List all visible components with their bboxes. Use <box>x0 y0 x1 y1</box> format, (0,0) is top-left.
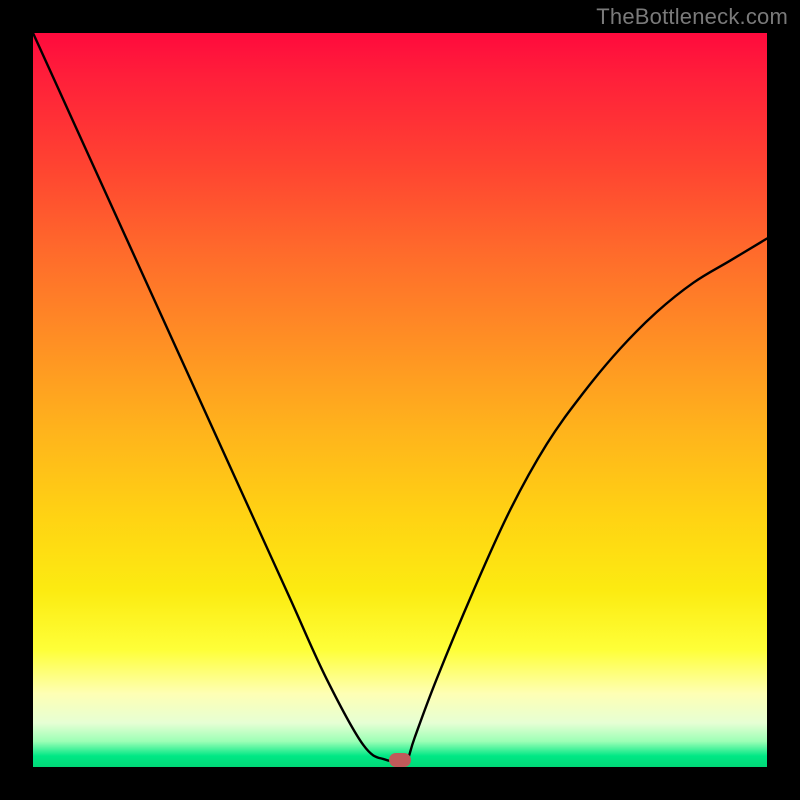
plot-area <box>33 33 767 767</box>
optimal-point-marker <box>389 753 411 767</box>
watermark-text: TheBottleneck.com <box>596 4 788 30</box>
bottleneck-curve <box>33 33 767 767</box>
chart-frame: TheBottleneck.com <box>0 0 800 800</box>
